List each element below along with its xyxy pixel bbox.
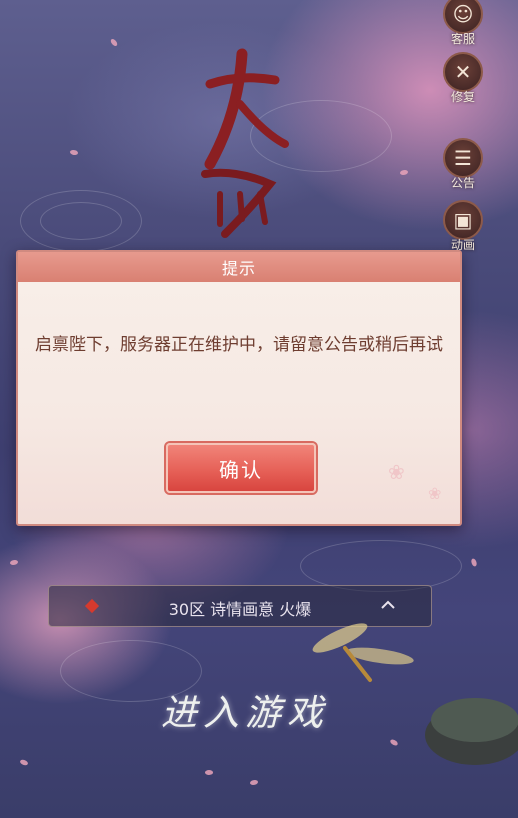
confirm-button[interactable]: 确认 xyxy=(166,443,316,493)
enter-game-button[interactable]: 进入游戏 xyxy=(140,680,350,740)
repair-icon: ✕ xyxy=(443,52,483,92)
dialog-message: 启禀陛下，服务器正在维护中，请留意公告或稍后再试 xyxy=(35,335,443,355)
game-logo xyxy=(201,48,289,238)
notice-button[interactable]: ☰ 公告 xyxy=(440,138,486,191)
dialog-header: 提示 xyxy=(18,252,460,282)
notice-icon: ☰ xyxy=(443,138,483,178)
flower-decoration-icon: ❀ xyxy=(428,484,442,503)
repair-button[interactable]: ✕ 修复 xyxy=(440,52,486,105)
animation-button[interactable]: ▣ 动画 xyxy=(440,200,486,253)
stone-decoration xyxy=(425,698,518,765)
customer-service-button[interactable]: ☺ 客服 xyxy=(440,0,486,47)
animation-icon: ▣ xyxy=(443,200,483,240)
customer-service-icon: ☺ xyxy=(443,0,483,34)
dragonfly-decoration xyxy=(312,623,414,682)
flower-decoration-icon: ❀ xyxy=(388,460,405,484)
dialog-title: 提示 xyxy=(221,259,256,278)
notice-dialog: 提示 启禀陛下，服务器正在维护中，请留意公告或稍后再试 ❀ ❀ 确认 xyxy=(16,250,462,526)
